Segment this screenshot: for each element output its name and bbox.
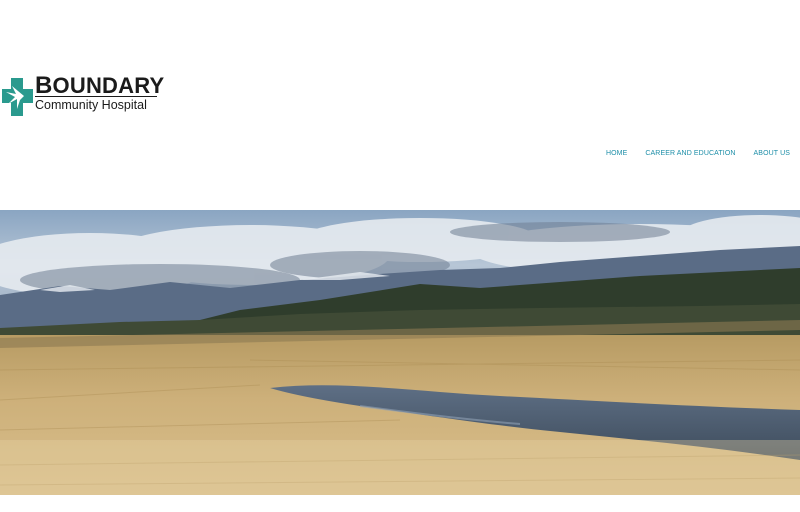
main-nav: HOME CAREER AND EDUCATION ABOUT US <box>588 149 790 159</box>
hero-landscape-image <box>0 210 800 495</box>
nav-item-career-and-education[interactable]: CAREER AND EDUCATION <box>645 149 735 159</box>
site-header: BOUNDARY Community Hospital HOME CAREER … <box>0 0 800 210</box>
nav-item-home[interactable]: HOME <box>606 149 627 159</box>
logo-cross-icon <box>2 78 33 116</box>
nav-item-about-us[interactable]: ABOUT US <box>754 149 790 159</box>
logo-subtitle: Community Hospital <box>35 98 147 112</box>
site-logo[interactable]: BOUNDARY Community Hospital <box>2 72 165 118</box>
logo-title: BOUNDARY <box>35 72 165 99</box>
logo-divider <box>35 96 157 97</box>
